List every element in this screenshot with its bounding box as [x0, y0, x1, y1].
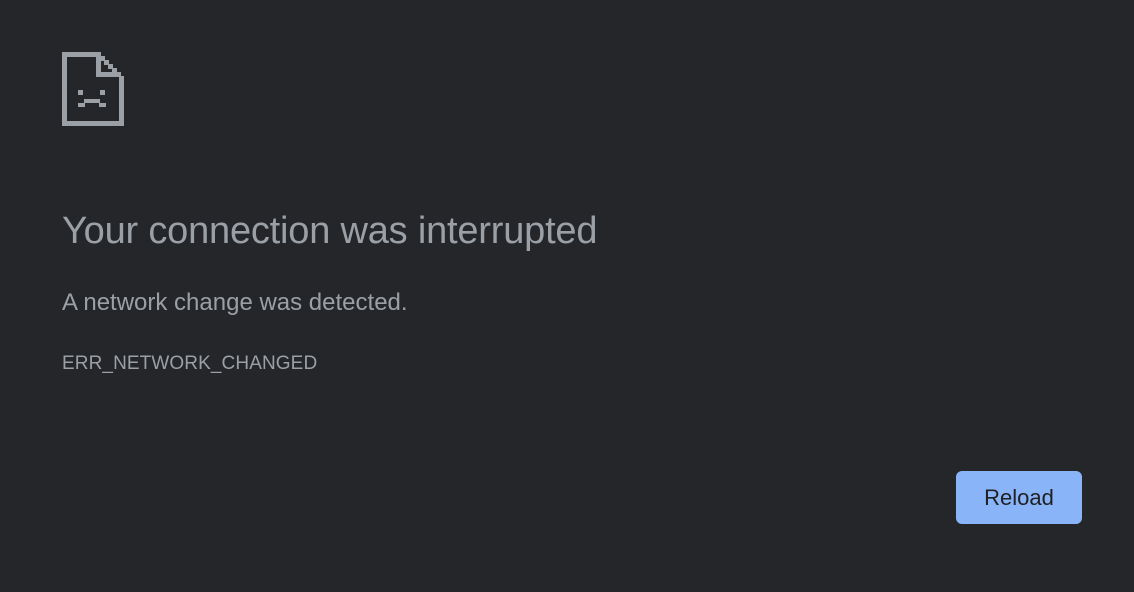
page-title: Your connection was interrupted	[62, 210, 598, 252]
error-message: A network change was detected.	[62, 289, 408, 316]
error-page: Your connection was interrupted A networ…	[0, 0, 1134, 592]
reload-button[interactable]: Reload	[956, 471, 1082, 524]
error-code: ERR_NETWORK_CHANGED	[62, 353, 318, 374]
sad-document-icon	[62, 52, 124, 126]
